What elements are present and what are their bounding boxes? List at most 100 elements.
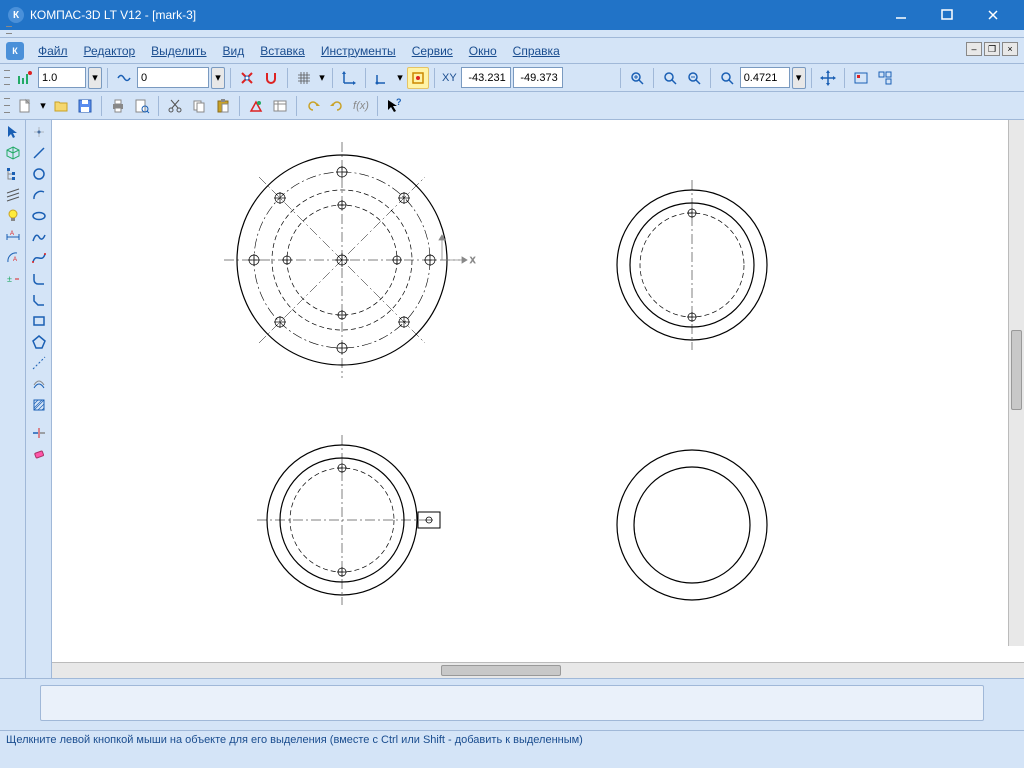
trim-icon[interactable]	[28, 423, 50, 443]
arc-dim-icon[interactable]: A	[2, 248, 24, 268]
zoom-select[interactable]: 0.4721	[740, 67, 790, 88]
menu-window[interactable]: Окно	[461, 41, 505, 61]
menu-editor[interactable]: Редактор	[76, 41, 144, 61]
copy-icon[interactable]	[188, 95, 210, 117]
svg-text:A: A	[13, 257, 17, 263]
mdi-restore[interactable]: ❐	[984, 42, 1000, 56]
style-dropdown[interactable]: ▾	[211, 67, 225, 89]
step-dropdown[interactable]: ▾	[88, 67, 102, 89]
menu-service[interactable]: Сервис	[404, 41, 461, 61]
ellipse-icon[interactable]	[28, 206, 50, 226]
view-toolbar: A A ±	[0, 120, 26, 678]
line-icon[interactable]	[28, 143, 50, 163]
preview-icon[interactable]	[131, 95, 153, 117]
fx-icon[interactable]: f(x)	[350, 95, 372, 117]
properties-toolbar: 1.0 ▾ 0 ▾ ▾ ▾ XY -43.231 -49.373 0.4721 …	[0, 64, 1024, 92]
circle-icon[interactable]	[28, 164, 50, 184]
cut-icon[interactable]	[164, 95, 186, 117]
spline-icon[interactable]	[28, 227, 50, 247]
coord-y-input[interactable]: -49.373	[513, 67, 563, 88]
svg-text:A: A	[10, 231, 14, 237]
window-titlebar: К КОМПАС-3D LT V12 - [mark-3]	[0, 0, 1024, 30]
chamfer-icon[interactable]	[28, 290, 50, 310]
toolbar-grip[interactable]	[4, 96, 10, 116]
open-icon[interactable]	[50, 95, 72, 117]
app-icon: К	[8, 7, 24, 23]
new-dropdown[interactable]: ▾	[38, 95, 48, 117]
grid-dropdown[interactable]: ▾	[317, 67, 327, 89]
construction-line-icon[interactable]	[28, 353, 50, 373]
mdi-close[interactable]: ×	[1002, 42, 1018, 56]
offset-icon[interactable]	[28, 374, 50, 394]
grid-icon[interactable]	[293, 67, 315, 89]
local-cs-icon[interactable]	[371, 67, 393, 89]
paste-icon[interactable]	[212, 95, 234, 117]
vertical-scrollbar[interactable]	[1008, 120, 1024, 646]
save-icon[interactable]	[74, 95, 96, 117]
refresh-icon[interactable]	[850, 67, 872, 89]
fillet-icon[interactable]	[28, 269, 50, 289]
bezier-icon[interactable]	[28, 248, 50, 268]
grid-hatch-icon[interactable]	[2, 185, 24, 205]
zoom-out-icon[interactable]	[683, 67, 705, 89]
close-button[interactable]	[970, 0, 1016, 30]
tolerance-icon[interactable]: ±	[2, 269, 24, 289]
point-icon[interactable]	[28, 122, 50, 142]
app-menu-button[interactable]: К	[6, 42, 24, 60]
ortho-icon[interactable]	[338, 67, 360, 89]
snap-icon[interactable]	[236, 67, 258, 89]
menu-insert[interactable]: Вставка	[252, 41, 313, 61]
redo-icon[interactable]	[326, 95, 348, 117]
main-area: A A ±	[0, 120, 1024, 678]
redraw-icon[interactable]	[874, 67, 896, 89]
drawing-canvas[interactable]: X	[52, 120, 1024, 662]
horizontal-scrollbar[interactable]	[52, 662, 1024, 678]
minimize-button[interactable]	[878, 0, 924, 30]
command-input-area[interactable]	[40, 685, 984, 721]
print-icon[interactable]	[107, 95, 129, 117]
menu-help[interactable]: Справка	[505, 41, 568, 61]
maximize-button[interactable]	[924, 0, 970, 30]
svg-text:X: X	[470, 256, 476, 265]
local-cs-dropdown[interactable]: ▾	[395, 67, 405, 89]
select-arrow-icon[interactable]	[2, 122, 24, 142]
zoom-window-icon[interactable]	[626, 67, 648, 89]
step-icon[interactable]	[14, 67, 36, 89]
variables-icon[interactable]	[269, 95, 291, 117]
svg-text:?: ?	[396, 98, 402, 107]
status-text: Щелкните левой кнопкой мыши на объекте д…	[6, 734, 583, 746]
eraser-icon[interactable]	[28, 444, 50, 464]
pan-icon[interactable]	[817, 67, 839, 89]
standard-toolbar: ▾ f(x) ?	[0, 92, 1024, 120]
mdi-minimize[interactable]: –	[966, 42, 982, 56]
isometric-icon[interactable]	[2, 143, 24, 163]
rectangle-icon[interactable]	[28, 311, 50, 331]
new-icon[interactable]	[14, 95, 36, 117]
properties-icon[interactable]	[245, 95, 267, 117]
arc-icon[interactable]	[28, 185, 50, 205]
lamp-icon[interactable]	[2, 206, 24, 226]
help-cursor-icon[interactable]: ?	[383, 95, 405, 117]
menu-file[interactable]: Файл	[30, 41, 76, 61]
zoom-in-icon[interactable]	[659, 67, 681, 89]
svg-text:±: ±	[7, 274, 12, 284]
toolbar-grip[interactable]	[4, 68, 10, 88]
polygon-icon[interactable]	[28, 332, 50, 352]
magnet-icon[interactable]	[260, 67, 282, 89]
zoom-dropdown[interactable]: ▾	[792, 67, 806, 89]
coord-x-input[interactable]: -43.231	[461, 67, 511, 88]
snap-toggle-icon[interactable]	[407, 67, 429, 89]
hatch-icon[interactable]	[28, 395, 50, 415]
menu-select[interactable]: Выделить	[143, 41, 214, 61]
menu-view[interactable]: Вид	[215, 41, 253, 61]
style-select[interactable]: 0	[137, 67, 209, 88]
menu-tools[interactable]: Инструменты	[313, 41, 404, 61]
canvas-wrap: X	[52, 120, 1024, 678]
style-icon[interactable]	[113, 67, 135, 89]
window-title: КОМПАС-3D LT V12 - [mark-3]	[30, 8, 878, 22]
dimension-icon[interactable]: A	[2, 227, 24, 247]
zoom-scale-icon[interactable]	[716, 67, 738, 89]
step-select[interactable]: 1.0	[38, 67, 86, 88]
tree-icon[interactable]	[2, 164, 24, 184]
undo-icon[interactable]	[302, 95, 324, 117]
